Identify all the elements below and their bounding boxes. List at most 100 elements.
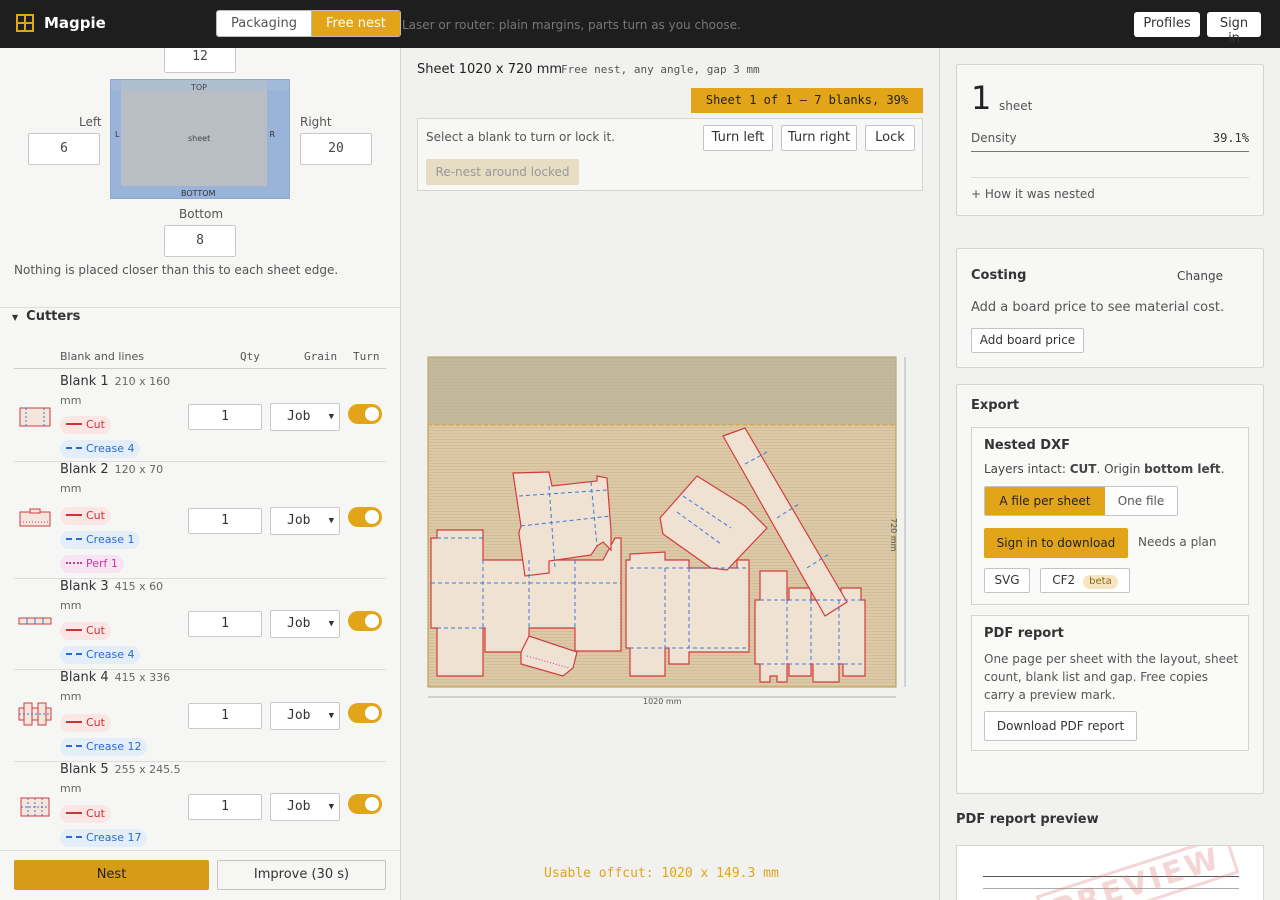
pdf-section: PDF report One page per sheet with the l… bbox=[971, 615, 1249, 751]
perf-chip: Perf 1 bbox=[60, 555, 124, 573]
sheet-height-label: 720 mm bbox=[889, 518, 898, 552]
blank-row[interactable]: Blank 5 255 x 245.5 mm Cut Crease 17 1 Jo… bbox=[14, 762, 386, 854]
qty-input[interactable]: 1 bbox=[188, 794, 262, 820]
grain-select[interactable]: Job ▼ bbox=[270, 702, 340, 730]
caret-down-icon: ▼ bbox=[12, 313, 19, 322]
crease-chip: Crease 12 bbox=[60, 738, 148, 756]
file-per-sheet-option[interactable]: A file per sheet bbox=[985, 487, 1105, 515]
sheet-canvas[interactable] bbox=[427, 356, 917, 716]
export-card: Export Nested DXF Layers intact: CUT. Or… bbox=[956, 384, 1264, 794]
margin-right-input[interactable]: 20 bbox=[300, 133, 372, 165]
brand[interactable]: Magpie bbox=[16, 14, 106, 32]
cut-chip: Cut bbox=[60, 622, 111, 640]
pdf-preview: PREVIEW bbox=[956, 845, 1264, 900]
nest-button[interactable]: Nest bbox=[14, 860, 209, 890]
grain-select[interactable]: Job ▼ bbox=[270, 793, 340, 821]
preview-top-label: TOP bbox=[191, 83, 208, 92]
margin-bottom-label: Bottom bbox=[179, 207, 224, 221]
grain-select[interactable]: Job ▼ bbox=[270, 610, 340, 638]
dxf-title: Nested DXF bbox=[984, 438, 1070, 453]
download-pdf-button[interactable]: Download PDF report bbox=[984, 711, 1137, 741]
sheet-title: Sheet 1020 x 720 mm bbox=[417, 62, 563, 77]
chevron-down-icon: ▼ bbox=[328, 802, 334, 812]
turn-toggle[interactable] bbox=[348, 703, 382, 723]
turn-toggle[interactable] bbox=[348, 404, 382, 424]
cut-chip: Cut bbox=[60, 507, 111, 525]
blank-unit: mm bbox=[60, 599, 82, 612]
blank-tools: Select a blank to turn or lock it. Turn … bbox=[417, 118, 923, 191]
blank-name: Blank 1 210 x 160 bbox=[60, 374, 171, 389]
blank-name: Blank 4 415 x 336 bbox=[60, 670, 171, 685]
grain-select[interactable]: Job ▼ bbox=[270, 507, 340, 535]
add-board-price-button[interactable]: Add board price bbox=[971, 328, 1084, 353]
cf2-button[interactable]: CF2 beta bbox=[1040, 568, 1130, 593]
mode-tagline: Laser or router: plain margins, parts tu… bbox=[402, 18, 741, 32]
margin-left-input[interactable]: 6 bbox=[28, 133, 100, 165]
margin-bottom-input[interactable]: 8 bbox=[164, 225, 236, 257]
cutters-header[interactable]: ▼ Cutters bbox=[12, 309, 80, 324]
turn-toggle[interactable] bbox=[348, 794, 382, 814]
density-value: 39.1% bbox=[1212, 131, 1249, 145]
turn-left-button[interactable]: Turn left bbox=[703, 125, 773, 151]
margin-top-input[interactable]: 12 bbox=[164, 48, 236, 73]
blank-4-thumbnail bbox=[18, 702, 52, 726]
col-turn-header: Turn bbox=[353, 350, 380, 363]
mode-switch: Packaging Free nest bbox=[216, 10, 401, 37]
sheet-view: Sheet 1020 x 720 mm Free nest, any angle… bbox=[401, 48, 940, 900]
turn-right-button[interactable]: Turn right bbox=[781, 125, 857, 151]
turn-toggle[interactable] bbox=[348, 611, 382, 631]
left-panel: 12 Left 6 Right 20 TOP BOTTOM L R sheet … bbox=[0, 48, 401, 900]
chevron-down-icon: ▼ bbox=[328, 412, 334, 422]
dxf-section: Nested DXF Layers intact: CUT. Origin bo… bbox=[971, 427, 1249, 605]
preview-left-label: L bbox=[115, 130, 120, 139]
blank-name: Blank 5 255 x 245.5 bbox=[60, 762, 181, 777]
density-label: Density bbox=[971, 131, 1017, 145]
margin-note: Nothing is placed closer than this to ea… bbox=[14, 263, 339, 277]
blank-row[interactable]: Blank 4 415 x 336 mm Cut Crease 12 1 Job ▼ bbox=[14, 670, 386, 762]
preview-sheet-label: sheet bbox=[188, 134, 211, 143]
qty-input[interactable]: 1 bbox=[188, 703, 262, 729]
tab-free-nest[interactable]: Free nest bbox=[311, 11, 400, 36]
qty-input[interactable]: 1 bbox=[188, 404, 262, 430]
blank-row[interactable]: Blank 3 415 x 60 mm Cut Crease 4 1 Job ▼ bbox=[14, 579, 386, 670]
how-nested-link[interactable]: + How it was nested bbox=[971, 187, 1095, 201]
qty-input[interactable]: 1 bbox=[188, 611, 262, 637]
improve-button[interactable]: Improve (30 s) bbox=[217, 860, 386, 890]
cut-chip: Cut bbox=[60, 416, 111, 434]
cutters-title: Cutters bbox=[26, 309, 81, 324]
one-file-option[interactable]: One file bbox=[1105, 487, 1177, 515]
profiles-button[interactable]: Profiles bbox=[1134, 12, 1200, 37]
blank-row[interactable]: Blank 2 120 x 70 mm Cut Crease 1 Perf 1 1… bbox=[14, 462, 386, 579]
sign-in-to-download-button[interactable]: Sign in to download bbox=[984, 528, 1128, 558]
costing-note: Add a board price to see material cost. bbox=[971, 300, 1225, 315]
blank-name: Blank 3 415 x 60 bbox=[60, 579, 164, 594]
renest-button[interactable]: Re-nest around locked bbox=[426, 159, 579, 185]
sheet-count: 1 bbox=[971, 79, 992, 117]
sheet-pager[interactable]: Sheet 1 of 1 — 7 blanks, 39% bbox=[691, 88, 923, 113]
dxf-description: Layers intact: CUT. Origin bottom left. bbox=[984, 462, 1225, 476]
blank-1-thumbnail bbox=[19, 407, 51, 427]
qty-input[interactable]: 1 bbox=[188, 508, 262, 534]
blank-tools-hint: Select a blank to turn or lock it. bbox=[426, 130, 615, 144]
pdf-description: One page per sheet with the layout, shee… bbox=[984, 652, 1239, 702]
chevron-down-icon: ▼ bbox=[328, 619, 334, 629]
col-grain-header: Grain bbox=[304, 350, 338, 363]
turn-toggle[interactable] bbox=[348, 507, 382, 527]
grain-select[interactable]: Job ▼ bbox=[270, 403, 340, 431]
needs-plan-note: Needs a plan bbox=[1138, 535, 1217, 549]
col-qty-header: Qty bbox=[240, 350, 260, 363]
blank-5-thumbnail bbox=[20, 797, 50, 817]
costing-change-link[interactable]: Change bbox=[1177, 269, 1223, 283]
margin-right-label: Right bbox=[300, 115, 332, 129]
dxf-file-mode: A file per sheet One file bbox=[984, 486, 1178, 516]
sheet-width-label: 1020 mm bbox=[643, 697, 682, 706]
crease-chip: Crease 1 bbox=[60, 531, 141, 549]
lock-button[interactable]: Lock bbox=[865, 125, 915, 151]
crease-chip: Crease 4 bbox=[60, 646, 141, 664]
sign-in-button[interactable]: Sign in bbox=[1207, 12, 1261, 46]
costing-title: Costing bbox=[971, 268, 1027, 283]
tab-packaging[interactable]: Packaging bbox=[217, 11, 311, 36]
svg-button[interactable]: SVG bbox=[984, 568, 1030, 593]
blank-row[interactable]: Blank 1 210 x 160 mm Cut Crease 4 1 Job ▼ bbox=[14, 374, 386, 462]
chevron-down-icon: ▼ bbox=[328, 516, 334, 526]
